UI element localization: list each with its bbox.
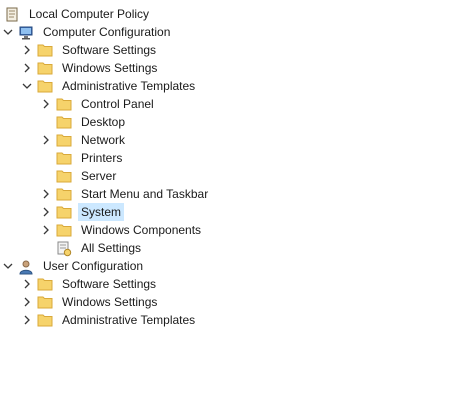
all-settings-icon — [56, 241, 72, 257]
tree-item-label: Server — [81, 169, 117, 183]
tree-item-label: Software Settings — [62, 277, 157, 291]
tree-item-label: Windows Components — [81, 223, 202, 237]
folder-icon — [37, 79, 53, 93]
chevron-right-icon[interactable] — [21, 59, 33, 77]
folder-icon — [56, 133, 72, 147]
folder-icon — [56, 151, 72, 165]
folder-icon — [37, 295, 53, 309]
tree-item-printers[interactable]: Printers — [40, 149, 125, 167]
tree-item-software-settings[interactable]: Software Settings — [21, 41, 159, 59]
tree-item-windows-settings[interactable]: Windows Settings — [21, 59, 160, 77]
chevron-right-icon[interactable] — [40, 131, 52, 149]
tree-item-administrative-templates[interactable]: Administrative Templates — [21, 77, 198, 95]
tree-item-user-configuration[interactable]: User Configuration — [2, 257, 146, 275]
tree-item-label: All Settings — [81, 241, 142, 255]
tree-item-label: Software Settings — [62, 43, 157, 57]
chevron-right-icon[interactable] — [40, 95, 52, 113]
folder-icon — [37, 313, 53, 327]
tree-item-desktop[interactable]: Desktop — [40, 113, 128, 131]
tree-item-label: Computer Configuration — [43, 25, 171, 39]
tree-item-label: Windows Settings — [62, 61, 158, 75]
folder-icon — [56, 115, 72, 129]
policy-document-icon — [4, 7, 20, 22]
folder-icon — [56, 205, 72, 219]
chevron-right-icon[interactable] — [21, 275, 33, 293]
tree-item-user-software-settings[interactable]: Software Settings — [21, 275, 159, 293]
chevron-down-icon[interactable] — [2, 257, 14, 275]
tree-item-label: Network — [81, 133, 126, 147]
policy-tree: Local Computer Policy Computer Configura… — [0, 0, 449, 418]
tree-item-label: Desktop — [81, 115, 126, 129]
folder-icon — [56, 187, 72, 201]
chevron-right-icon[interactable] — [40, 203, 52, 221]
tree-item-label-selected: System — [78, 203, 125, 221]
tree-item-user-administrative-templates[interactable]: Administrative Templates — [21, 311, 198, 329]
chevron-right-icon[interactable] — [40, 185, 52, 203]
tree-item-windows-components[interactable]: Windows Components — [40, 221, 204, 239]
chevron-right-icon[interactable] — [21, 293, 33, 311]
tree-item-local-computer-policy[interactable]: Local Computer Policy — [4, 5, 152, 23]
chevron-right-icon[interactable] — [21, 311, 33, 329]
chevron-down-icon[interactable] — [2, 23, 14, 41]
folder-icon — [37, 277, 53, 291]
computer-icon — [18, 25, 34, 40]
tree-item-label: Administrative Templates — [62, 79, 196, 93]
tree-item-label: Administrative Templates — [62, 313, 196, 327]
tree-item-label: Local Computer Policy — [29, 7, 150, 21]
folder-icon — [56, 97, 72, 111]
chevron-down-icon[interactable] — [21, 77, 33, 95]
user-icon — [18, 259, 34, 275]
tree-item-label: Control Panel — [81, 97, 154, 111]
tree-item-label: Printers — [81, 151, 123, 165]
tree-item-computer-configuration[interactable]: Computer Configuration — [2, 23, 173, 41]
folder-icon — [37, 43, 53, 57]
tree-item-label: User Configuration — [43, 259, 144, 273]
tree-item-user-windows-settings[interactable]: Windows Settings — [21, 293, 160, 311]
tree-item-network[interactable]: Network — [40, 131, 128, 149]
tree-item-server[interactable]: Server — [40, 167, 119, 185]
tree-item-label: Windows Settings — [62, 295, 158, 309]
tree-item-all-settings[interactable]: All Settings — [40, 239, 144, 257]
tree-item-label: Start Menu and Taskbar — [81, 187, 209, 201]
folder-icon — [56, 223, 72, 237]
tree-item-start-menu-and-taskbar[interactable]: Start Menu and Taskbar — [40, 185, 211, 203]
chevron-right-icon[interactable] — [21, 41, 33, 59]
chevron-right-icon[interactable] — [40, 221, 52, 239]
folder-icon — [56, 169, 72, 183]
folder-icon — [37, 61, 53, 75]
tree-item-system[interactable]: System — [40, 203, 125, 221]
tree-item-control-panel[interactable]: Control Panel — [40, 95, 157, 113]
